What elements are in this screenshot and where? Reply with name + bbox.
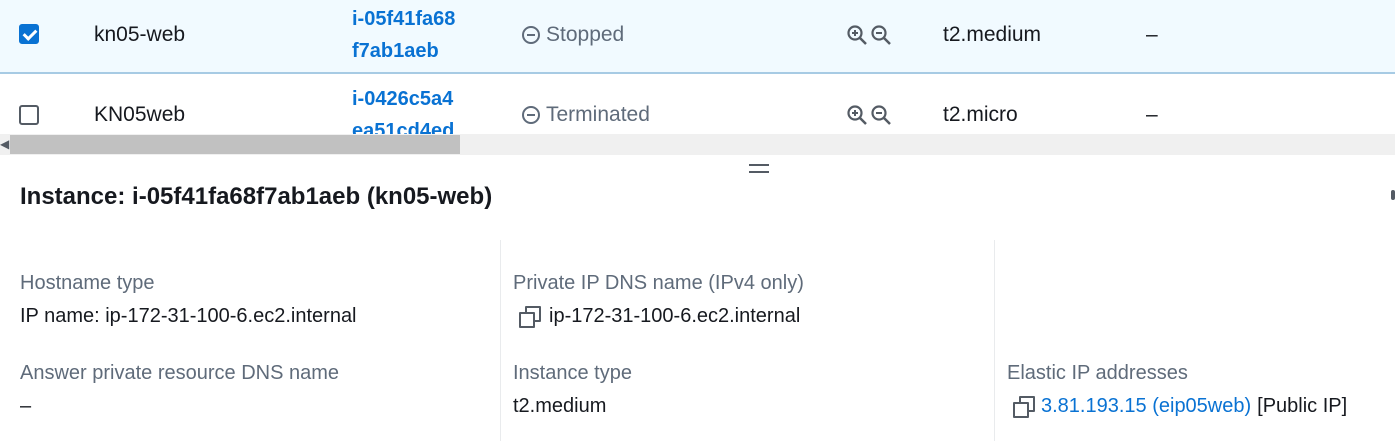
empty-value: –: [1146, 103, 1158, 126]
terminated-state-icon: [522, 106, 540, 124]
instance-state: Terminated: [522, 99, 650, 131]
instance-state: Stopped: [522, 19, 624, 51]
instance-type: t2.micro: [943, 103, 1018, 126]
elastic-ip-link[interactable]: 3.81.193.15 (eip05web): [1041, 392, 1251, 420]
elastic-ip-suffix: [Public IP]: [1257, 395, 1348, 417]
table-row[interactable]: KN05web i-0426c5a4 ea51cd4ed Terminated …: [0, 74, 1395, 142]
instance-name: kn05-web: [94, 23, 186, 46]
instance-state-label: Terminated: [546, 103, 650, 126]
private-dns-text: ip-172-31-100-6.ec2.internal: [549, 305, 801, 327]
scroll-left-icon[interactable]: ◀: [0, 137, 9, 151]
zoom-out-icon[interactable]: [870, 104, 892, 126]
private-dns-value: ip-172-31-100-6.ec2.internal: [519, 302, 800, 330]
instance-id-line: f7ab1aeb: [352, 40, 439, 62]
hostname-type-label: Hostname type: [20, 272, 155, 294]
instance-type: t2.medium: [943, 23, 1042, 46]
instance-state-label: Stopped: [546, 23, 625, 46]
instance-id-link[interactable]: i-05f41fa68 f7ab1aeb: [352, 3, 482, 67]
elastic-ip-label: Elastic IP addresses: [1007, 362, 1188, 384]
instance-type-label: Instance type: [513, 362, 632, 384]
stopped-state-icon: [522, 26, 540, 44]
answer-dns-value: –: [20, 395, 32, 417]
row-checkbox[interactable]: [19, 105, 39, 125]
instance-type-value: t2.medium: [513, 395, 607, 417]
instance-id-line: i-05f41fa68: [352, 8, 456, 30]
instance-id-line: i-0426c5a4: [352, 88, 454, 110]
panel-edge-indicator: [1391, 190, 1395, 200]
instance-name: KN05web: [94, 103, 186, 126]
zoom-in-icon[interactable]: [846, 24, 868, 46]
zoom-controls: [846, 104, 892, 126]
instances-table: kn05-web i-05f41fa68 f7ab1aeb Stopped t2…: [0, 0, 1395, 155]
split-panel-drag-handle[interactable]: [749, 164, 769, 178]
detail-panel-title: Instance: i-05f41fa68f7ab1aeb (kn05-web): [20, 183, 493, 210]
copy-icon[interactable]: [1013, 396, 1035, 418]
row-checkbox[interactable]: [19, 24, 39, 44]
scrollbar-thumb[interactable]: [10, 135, 460, 154]
answer-dns-label: Answer private resource DNS name: [20, 362, 340, 384]
column-divider: [500, 240, 501, 441]
zoom-in-icon[interactable]: [846, 104, 868, 126]
hostname-type-value: IP name: ip-172-31-100-6.ec2.internal: [20, 305, 357, 327]
copy-icon[interactable]: [519, 306, 541, 328]
horizontal-scrollbar[interactable]: ◀: [0, 134, 1395, 155]
column-divider: [994, 240, 995, 441]
elastic-ip-value: 3.81.193.15 (eip05web) [Public IP]: [1013, 392, 1347, 420]
empty-value: –: [1146, 23, 1158, 46]
zoom-controls: [846, 24, 892, 46]
table-row[interactable]: kn05-web i-05f41fa68 f7ab1aeb Stopped t2…: [0, 0, 1395, 74]
private-dns-label: Private IP DNS name (IPv4 only): [513, 272, 804, 294]
zoom-out-icon[interactable]: [870, 24, 892, 46]
